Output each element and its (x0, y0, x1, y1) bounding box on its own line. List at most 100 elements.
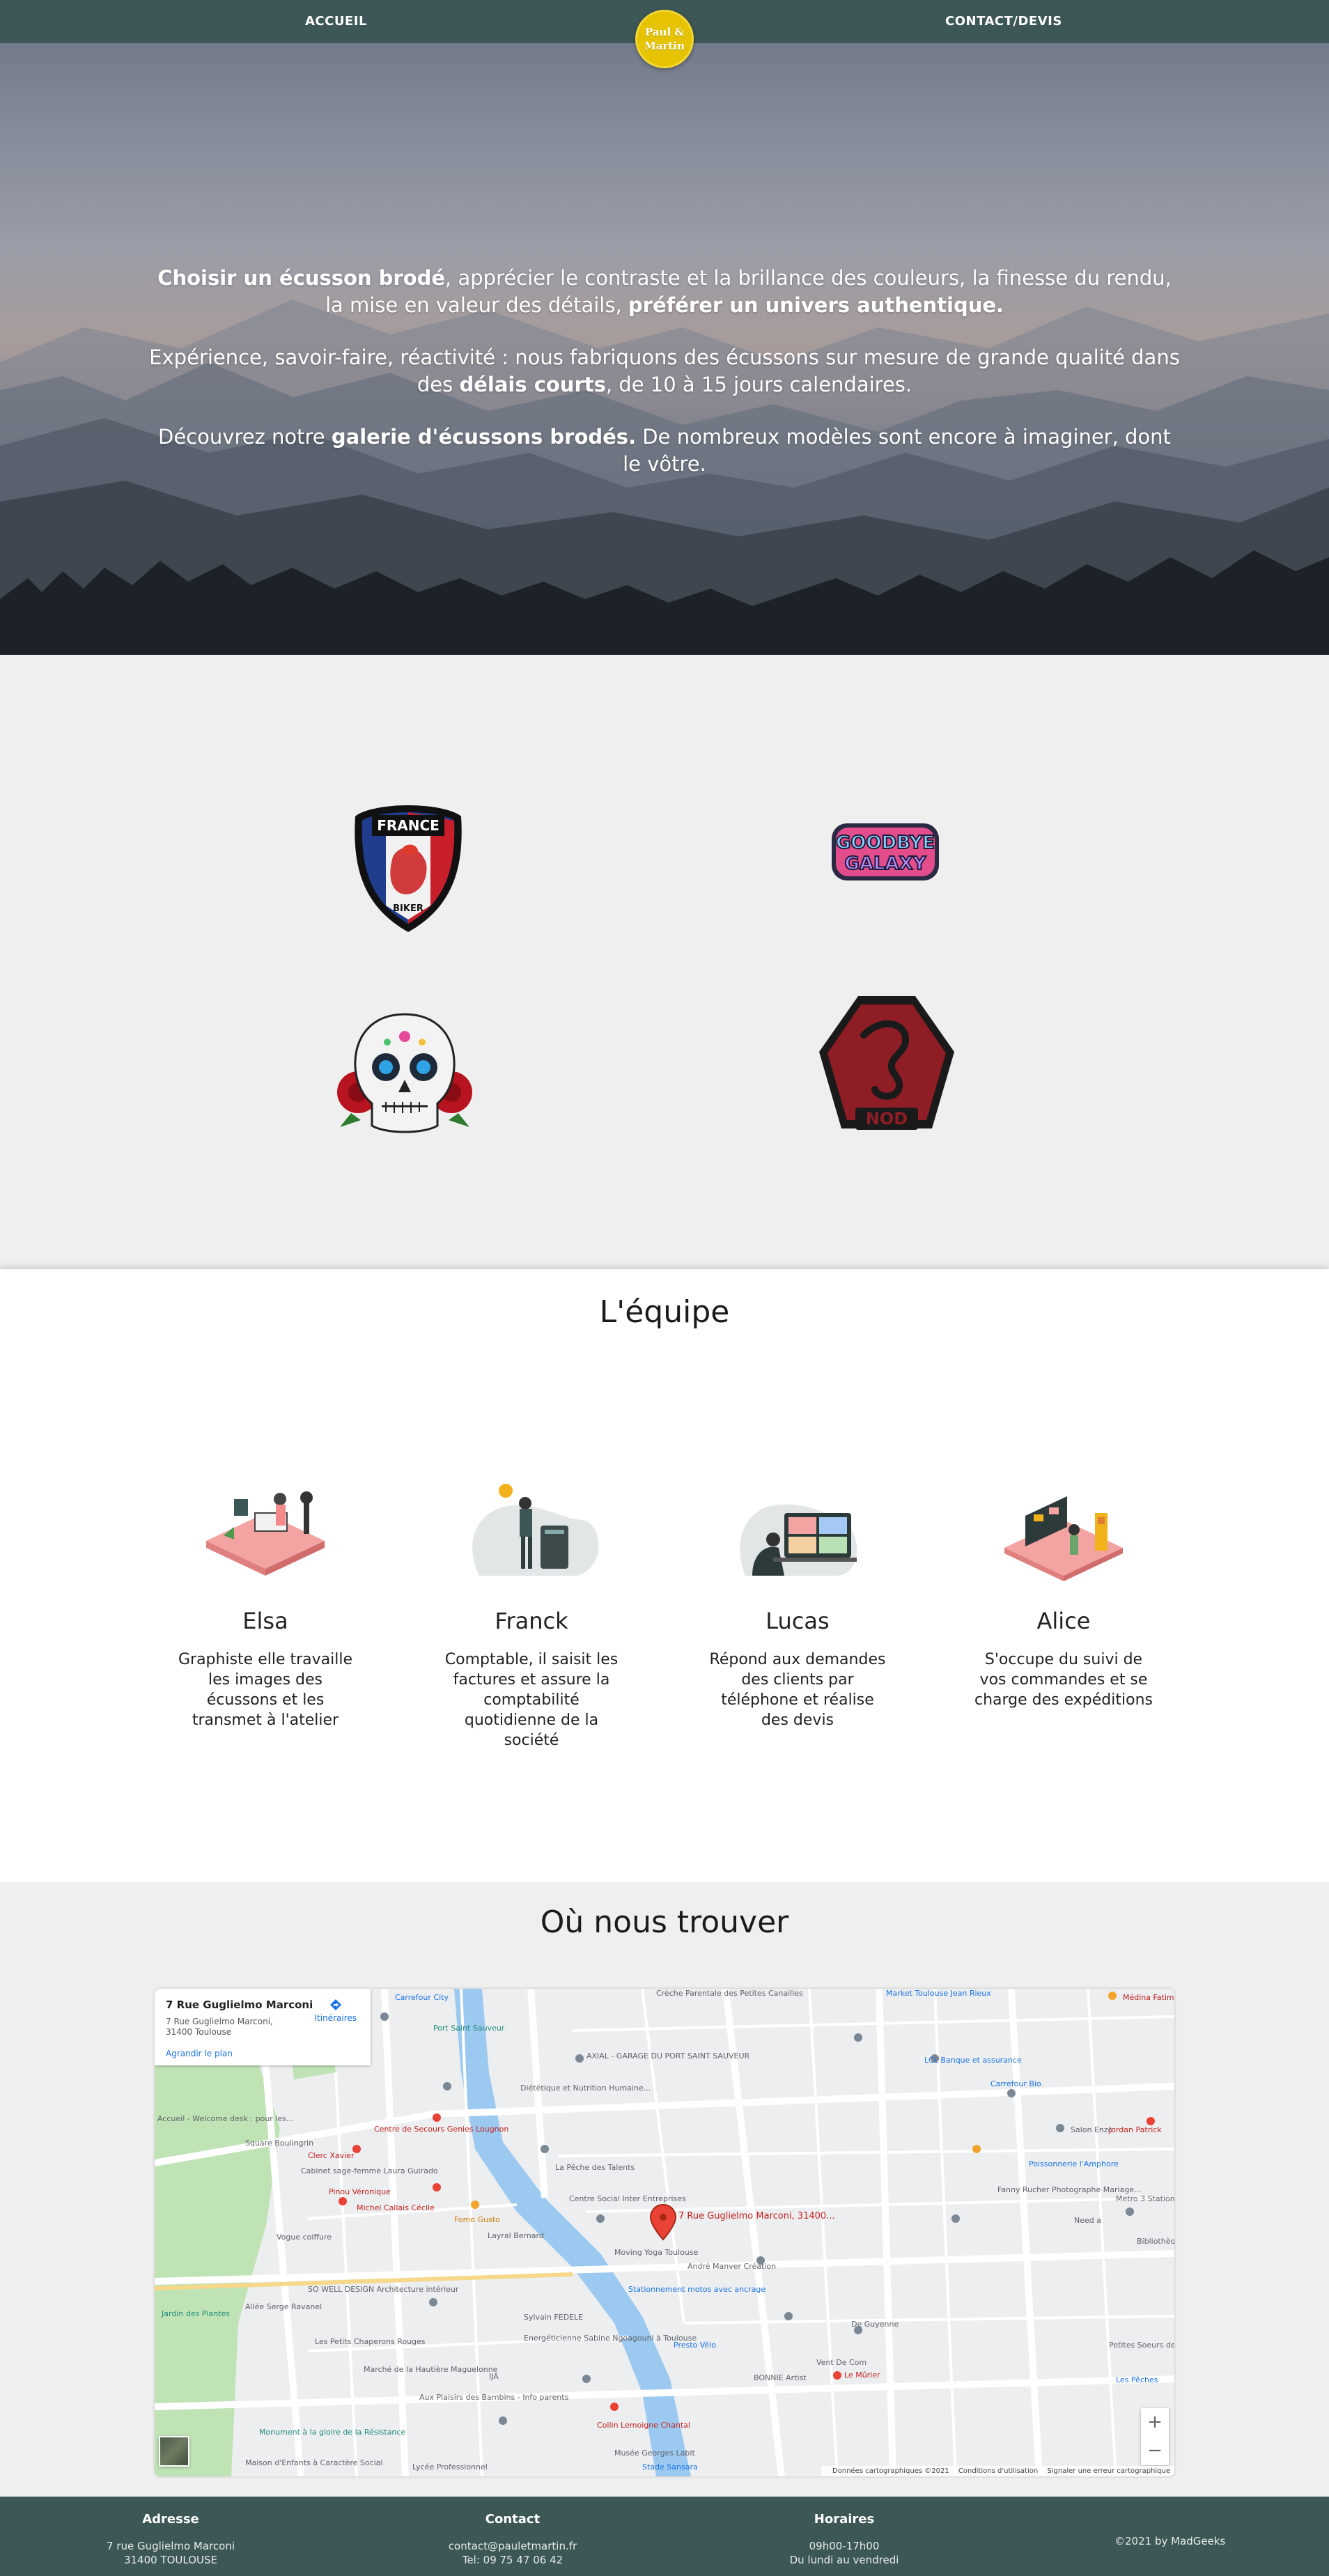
footer-address-title: Adresse (142, 2512, 199, 2527)
svg-text:Les Pêches: Les Pêches (1116, 2375, 1158, 2384)
svg-text:De Guyenne: De Guyenne (851, 2320, 899, 2329)
svg-text:Lycée Professionnel: Lycée Professionnel (412, 2462, 488, 2472)
map-attribution: Données cartographiques ©2021 Conditions… (821, 2466, 1174, 2476)
map-zoom-in-button[interactable]: + (1141, 2408, 1169, 2437)
svg-text:Médina Fatima: Médina Fatima (1123, 1993, 1174, 2002)
svg-text:Diététique et Nutrition Humain: Diététique et Nutrition Humaine... (520, 2084, 651, 2093)
footer-hours-days: Du lundi au vendredi (789, 2554, 899, 2566)
map-enlarge-link[interactable]: Agrandir le plan (166, 2049, 359, 2058)
member-name: Lucas (765, 1608, 830, 1634)
hero-p3-text: Découvrez notre (158, 425, 332, 449)
team-member-lucas: Lucas Répond aux demandes des clients pa… (706, 1471, 889, 1730)
map-zoom-out-button[interactable]: − (1141, 2437, 1169, 2465)
svg-text:Carrefour Bio: Carrefour Bio (990, 2079, 1041, 2088)
svg-text:Energéticienne Sabine Ngoagoun: Energéticienne Sabine Ngoagouni à Toulou… (524, 2334, 697, 2343)
shipping-illustration (1004, 1496, 1123, 1581)
brand-logo[interactable]: Paul & Martin (635, 10, 694, 68)
svg-text:Market Toulouse Jean Rieux: Market Toulouse Jean Rieux (886, 1989, 991, 1998)
svg-text:Maison d'Enfants à Caractère S: Maison d'Enfants à Caractère Social (245, 2458, 382, 2467)
map-satellite-toggle[interactable] (159, 2436, 189, 2467)
patch-france-biker[interactable]: FRANCE BIKER (351, 801, 465, 936)
svg-text:Accueil - Welcome desk : pour: Accueil - Welcome desk : pour les... (157, 2114, 293, 2123)
support-illustration (740, 1504, 857, 1576)
member-description: S'occupe du suivi de vos commandes et se… (974, 1651, 1153, 1709)
patch-nod-text: NOD (866, 1109, 908, 1128)
hero-p3-bold[interactable]: galerie d'écussons brodés. (332, 425, 636, 449)
hero-section: Choisir un écusson brodé, apprécier le c… (0, 0, 1329, 655)
member-description: Comptable, il saisit les factures et ass… (444, 1651, 619, 1749)
team-member-franck: Franck Comptable, il saisit les factures… (440, 1471, 623, 1751)
svg-text:Presto Vélo: Presto Vélo (674, 2341, 716, 2350)
svg-text:Metro 3 Station Rieux (Cité Sp: Metro 3 Station Rieux (Cité Spirie) (1116, 2194, 1174, 2203)
svg-text:Carrefour City: Carrefour City (395, 1993, 449, 2002)
map-card-address: 7 Rue Guglielmo Marconi, 31400 Toulouse (166, 2017, 273, 2037)
map-directions-button[interactable]: Itinéraires (315, 1999, 357, 2023)
svg-text:Bibliothèque: Bibliothèque (1137, 2237, 1174, 2246)
svg-text:Salon Enzo: Salon Enzo (1071, 2125, 1113, 2134)
footer-address-line2: 31400 TOULOUSE (123, 2554, 218, 2566)
footer-contact-title: Contact (485, 2512, 541, 2527)
accountant-illustration (472, 1484, 599, 1576)
footer-hours-time: 09h00-17h00 (809, 2540, 880, 2552)
svg-text:Need a: Need a (1074, 2216, 1101, 2225)
team-section: L'équipe Elsa Graphiste elle travaille l… (0, 1269, 1329, 1882)
hero-p2-text2: , de 10 à 15 jours calendaires. (605, 373, 912, 396)
map-pin-label: 7 Rue Guglielmo Marconi, 31400... (678, 2211, 835, 2221)
svg-text:La Pêche des Talents: La Pêche des Talents (555, 2163, 635, 2172)
site-footer: Adresse 7 rue Guglielmo Marconi 31400 TO… (0, 2497, 1329, 2576)
svg-text:Musée Georges Labit: Musée Georges Labit (614, 2449, 695, 2458)
svg-text:Monument à la gloire de la Rés: Monument à la gloire de la Résistance (259, 2428, 405, 2437)
team-member-alice: Alice S'occupe du suivi de vos commandes… (972, 1471, 1155, 1710)
nav-link-home[interactable]: ACCUEIL (305, 14, 367, 29)
team-member-elsa: Elsa Graphiste elle travaille les images… (174, 1471, 357, 1730)
svg-text:Michel Callais Cécile: Michel Callais Cécile (357, 2203, 435, 2212)
svg-text:Sylvain FEDELE: Sylvain FEDELE (524, 2313, 583, 2322)
svg-text:Fanny Rucher Photographe Maria: Fanny Rucher Photographe Mariage... (997, 2185, 1142, 2194)
footer-contact-email[interactable]: contact@pauletmartin.fr (408, 2539, 617, 2553)
footer-contact-phone[interactable]: Tel: 09 75 47 06 42 (408, 2553, 617, 2567)
map-report-link[interactable]: Signaler une erreur cartographique (1047, 2467, 1170, 2475)
svg-text:Jardin des Plantes: Jardin des Plantes (161, 2309, 230, 2318)
svg-text:Layral Bernard: Layral Bernard (488, 2231, 544, 2240)
svg-text:Fomo Gusto: Fomo Gusto (454, 2215, 500, 2224)
patch-biker-text: BIKER (393, 903, 423, 914)
svg-text:Crèche Parentale des Petites C: Crèche Parentale des Petites Canailles (656, 1989, 803, 1998)
svg-text:BONNIE Artist: BONNIE Artist (754, 2373, 807, 2382)
svg-text:Centre Social Inter Entreprise: Centre Social Inter Entreprises (569, 2194, 686, 2203)
svg-text:Jordan Patrick: Jordan Patrick (1108, 2125, 1162, 2134)
svg-text:Poissonnerie l'Amphore: Poissonnerie l'Amphore (1029, 2159, 1119, 2168)
footer-address: Adresse 7 rue Guglielmo Marconi 31400 TO… (66, 2512, 275, 2567)
location-title: Où nous trouver (540, 1904, 789, 1940)
member-name: Franck (495, 1608, 568, 1634)
svg-text:Aux Plaisirs des Bambins - Inf: Aux Plaisirs des Bambins - Info parents (419, 2393, 569, 2402)
patch-goodbye-galaxy[interactable]: GOODBYE GALAXY (826, 814, 945, 890)
hero-paragraph-3: Découvrez notre galerie d'écussons brodé… (146, 424, 1183, 478)
team-title: L'équipe (599, 1294, 730, 1330)
svg-text:Clerc Xavier: Clerc Xavier (308, 2151, 355, 2160)
member-name: Alice (1036, 1608, 1091, 1634)
patch-goodbye-text: GOODBYE (836, 832, 935, 853)
svg-text:Petites Soeurs des Pauvres Ma.: Petites Soeurs des Pauvres Ma... (1109, 2341, 1174, 2350)
google-map[interactable]: 7 Rue Guglielmo Marconi, 31400... Carref… (155, 1989, 1174, 2476)
footer-hours-title: Horaires (814, 2512, 875, 2527)
hero-text: Choisir un écusson brodé, apprécier le c… (146, 265, 1183, 503)
svg-text:Pinou Véronique: Pinou Véronique (329, 2187, 391, 2196)
svg-text:Vogue coiffure: Vogue coiffure (277, 2233, 332, 2242)
location-section: Où nous trouver 7 Rue Guglielmo Marconi,… (0, 1882, 1329, 2497)
hero-p3-text2: De nombreux modèles sont encore à imagin… (623, 425, 1171, 476)
svg-text:AXIAL - GARAGE DU PORT SAINT S: AXIAL - GARAGE DU PORT SAINT SAUVEUR (586, 2051, 750, 2061)
map-directions-label: Itinéraires (314, 2013, 357, 2023)
svg-text:IJA: IJA (489, 2372, 499, 2381)
map-terms-link[interactable]: Conditions d'utilisation (958, 2467, 1038, 2475)
member-name: Elsa (242, 1608, 288, 1634)
svg-text:Allée Serge Ravanel: Allée Serge Ravanel (245, 2302, 322, 2311)
patch-nod[interactable]: NOD (815, 992, 958, 1140)
svg-text:Collin Lemoigne Chantal: Collin Lemoigne Chantal (597, 2421, 690, 2430)
patch-sugar-skull[interactable] (333, 1009, 476, 1137)
svg-text:Cabinet sage-femme Laura Guira: Cabinet sage-femme Laura Guirado (301, 2166, 438, 2175)
nav-link-contact[interactable]: CONTACT/DEVIS (945, 14, 1062, 29)
logo-line-2: Martin (644, 40, 685, 52)
designer-illustration (206, 1491, 325, 1576)
directions-icon (329, 1999, 341, 2010)
svg-text:Vent De Com: Vent De Com (816, 2358, 866, 2367)
